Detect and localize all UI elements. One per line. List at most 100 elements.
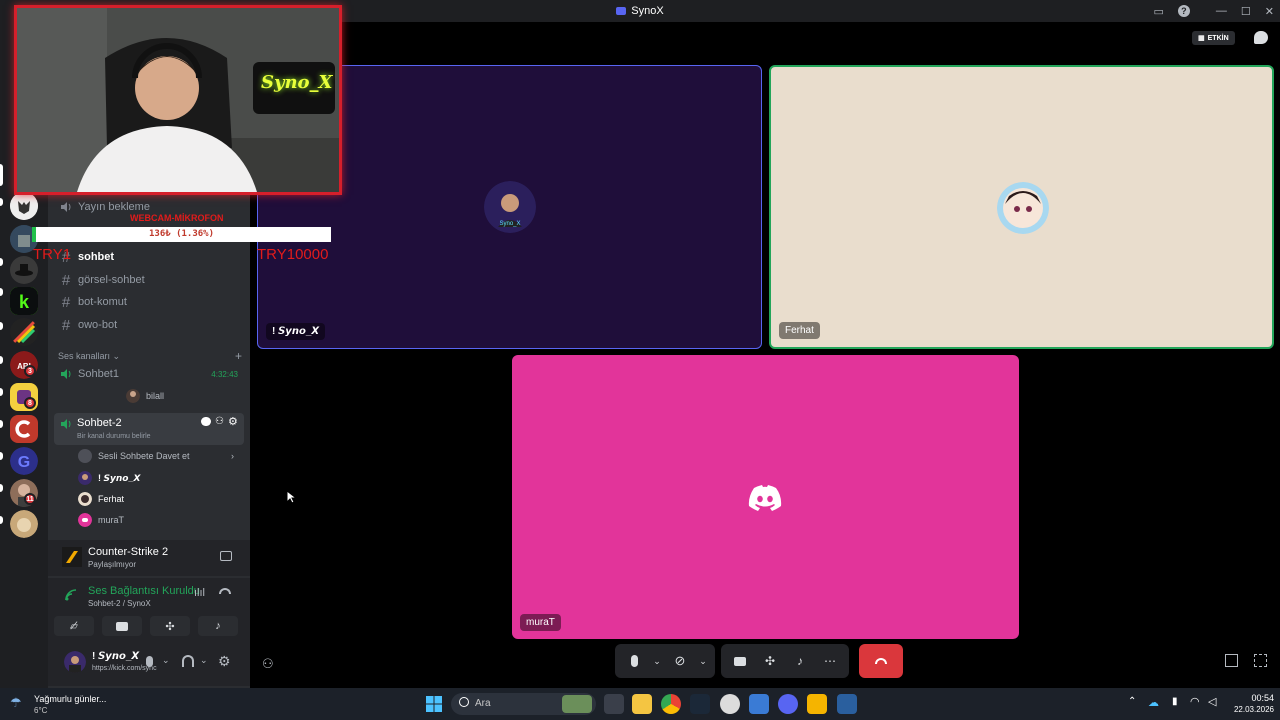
server-rainbow-icon[interactable] <box>10 318 38 346</box>
activities-button[interactable]: ✣ <box>757 648 783 674</box>
channel-status[interactable]: Bir kanal durumu belirle <box>77 433 151 440</box>
chevron-down-icon[interactable]: ⌄ <box>200 655 208 666</box>
app-icon[interactable] <box>837 694 857 714</box>
server-dog-icon[interactable] <box>10 510 38 538</box>
wifi-icon[interactable]: ◠ <box>1190 695 1200 708</box>
app-icon[interactable] <box>749 694 769 714</box>
screen-share-button[interactable] <box>102 616 142 636</box>
unread-pill <box>0 388 3 396</box>
soundboard-button[interactable]: ♪ <box>787 648 813 674</box>
start-button[interactable] <box>424 694 444 714</box>
activities-icon: ✣ <box>764 654 776 668</box>
speaker-icon <box>61 419 71 429</box>
disconnect-icon[interactable] <box>219 588 231 594</box>
server-kick-icon[interactable]: k <box>10 287 38 315</box>
channel-sohbet[interactable]: # sohbet <box>54 246 244 268</box>
fullscreen-icon[interactable] <box>1254 654 1267 667</box>
weather-temp: 6°C <box>34 706 48 715</box>
chat-bubble-icon[interactable] <box>1254 31 1268 44</box>
mic-options-button[interactable]: ⌄ <box>651 648 663 674</box>
voice-member[interactable]: ! 𝙎𝙮𝙣𝙤_𝙓 <box>78 469 140 487</box>
server-c-icon[interactable] <box>10 415 38 443</box>
steam-icon[interactable] <box>690 694 710 714</box>
member-name: Ferhat <box>98 494 125 504</box>
status-pill[interactable]: ▦ ETKİN <box>1192 31 1235 45</box>
weather-title[interactable]: Yağmurlu günler... <box>34 694 106 704</box>
add-friend-icon[interactable]: ⚇ <box>262 656 274 672</box>
gear-icon[interactable]: ⚙ <box>228 415 238 428</box>
invite-row[interactable]: Sesli Sohbete Davet et › <box>78 447 244 465</box>
minimize-button[interactable]: — <box>1216 5 1227 17</box>
tile-name: ! 𝙎𝙮𝙣𝙤_𝙓 <box>266 323 326 340</box>
share-screen-icon[interactable] <box>220 551 232 561</box>
chevron-down-icon: ⌄ <box>699 655 707 666</box>
microphone-tray-icon[interactable]: ▮ <box>1172 696 1178 707</box>
voice-channel-sohbet1[interactable]: Sohbet1 4:32:43 <box>54 363 244 385</box>
microphone-icon[interactable] <box>146 656 153 667</box>
chevron-down-icon[interactable]: ⌄ <box>162 655 170 666</box>
voice-member[interactable]: muraT <box>78 511 124 529</box>
voice-connection-panel: Ses Bağlantısı Kuruldu Sohbet-2 / SynoX … <box>48 578 250 642</box>
close-button[interactable]: ✕ <box>1265 5 1274 18</box>
channel-owo-bot[interactable]: # owo-bot <box>54 314 244 336</box>
unread-pill <box>0 356 3 364</box>
hash-icon: # <box>61 293 71 311</box>
camera-button[interactable]: ⊘ <box>667 648 693 674</box>
server-wolf-icon[interactable] <box>10 192 38 220</box>
hangup-button[interactable] <box>859 644 903 678</box>
counter-strike-icon[interactable] <box>807 694 827 714</box>
voice-channel-sohbet2[interactable]: Sohbet-2 Bir kanal durumu belirle ⚇ ⚙ <box>54 413 244 445</box>
donation-goal-bar: 136₺ (1.36%) <box>32 227 331 242</box>
activities-icon: ✣ <box>165 620 175 633</box>
chrome-icon[interactable] <box>661 694 681 714</box>
server-badge: 8 <box>24 397 36 409</box>
network-icon[interactable]: ☁ <box>1148 696 1159 709</box>
soundboard-button[interactable]: ♪ <box>198 616 238 636</box>
mute-button[interactable] <box>621 648 647 674</box>
help-icon[interactable]: ? <box>1177 5 1190 17</box>
clock-time[interactable]: 00:54 <box>1234 693 1274 703</box>
more-button[interactable]: ⋯ <box>817 648 843 674</box>
video-tile-ferhat[interactable]: Ferhat <box>769 65 1274 349</box>
user-avatar[interactable] <box>64 651 86 673</box>
activities-button[interactable]: ✣ <box>150 616 190 636</box>
camera-options-button[interactable]: ⌄ <box>697 648 709 674</box>
taskbar-search[interactable]: Ara <box>451 693 596 715</box>
channel-name: owo-bot <box>78 319 118 331</box>
channel-gorsel-sohbet[interactable]: # görsel-sohbet <box>54 269 244 291</box>
invite-label: Sesli Sohbete Davet et <box>98 451 190 461</box>
active-server-pill <box>0 164 3 186</box>
server-g-icon[interactable]: G <box>10 447 38 475</box>
noise-suppression-icon[interactable]: ılıl <box>194 587 205 599</box>
add-member-icon[interactable]: ⚇ <box>215 416 224 427</box>
add-channel-icon[interactable]: + <box>235 349 242 363</box>
screen-share-button[interactable] <box>727 648 753 674</box>
game-status: Paylaşılmıyor <box>88 560 137 569</box>
clock-date[interactable]: 22.03.2026 <box>1224 705 1274 714</box>
video-tile-murat[interactable]: muraT <box>512 355 1019 639</box>
headphones-icon[interactable] <box>182 655 194 667</box>
volume-icon[interactable]: ◁ <box>1208 695 1216 708</box>
weather-icon[interactable]: ☂ <box>10 695 22 711</box>
voice-member[interactable]: Ferhat <box>78 490 124 508</box>
search-icon <box>459 697 469 707</box>
popout-icon[interactable] <box>1225 654 1238 667</box>
voice-location[interactable]: Sohbet-2 / SynoX <box>88 599 151 608</box>
file-explorer-icon[interactable] <box>632 694 652 714</box>
server-badge: 3 <box>24 365 36 377</box>
user-settings-icon[interactable]: ⚙ <box>218 653 231 670</box>
discord-icon[interactable] <box>778 694 798 714</box>
voice-member-bilall[interactable]: bilall <box>126 387 164 405</box>
channel-timer: 4:32:43 <box>211 369 238 379</box>
obs-icon[interactable] <box>720 694 740 714</box>
inbox-icon[interactable]: ▭ <box>1154 5 1164 18</box>
extras-group: ✣ ♪ ⋯ <box>721 644 849 678</box>
camera-off-button[interactable]: ▱̸ <box>54 616 94 636</box>
voice-channels-header[interactable]: Ses kanalları ⌄ + <box>58 349 242 363</box>
task-view-icon[interactable] <box>604 694 624 714</box>
maximize-button[interactable]: ☐ <box>1241 5 1251 18</box>
channel-bot-komut[interactable]: # bot-komut <box>54 291 244 313</box>
hash-icon: # <box>61 271 71 289</box>
tray-chevron-icon[interactable]: ⌃ <box>1128 696 1136 707</box>
chat-icon[interactable] <box>201 417 211 426</box>
